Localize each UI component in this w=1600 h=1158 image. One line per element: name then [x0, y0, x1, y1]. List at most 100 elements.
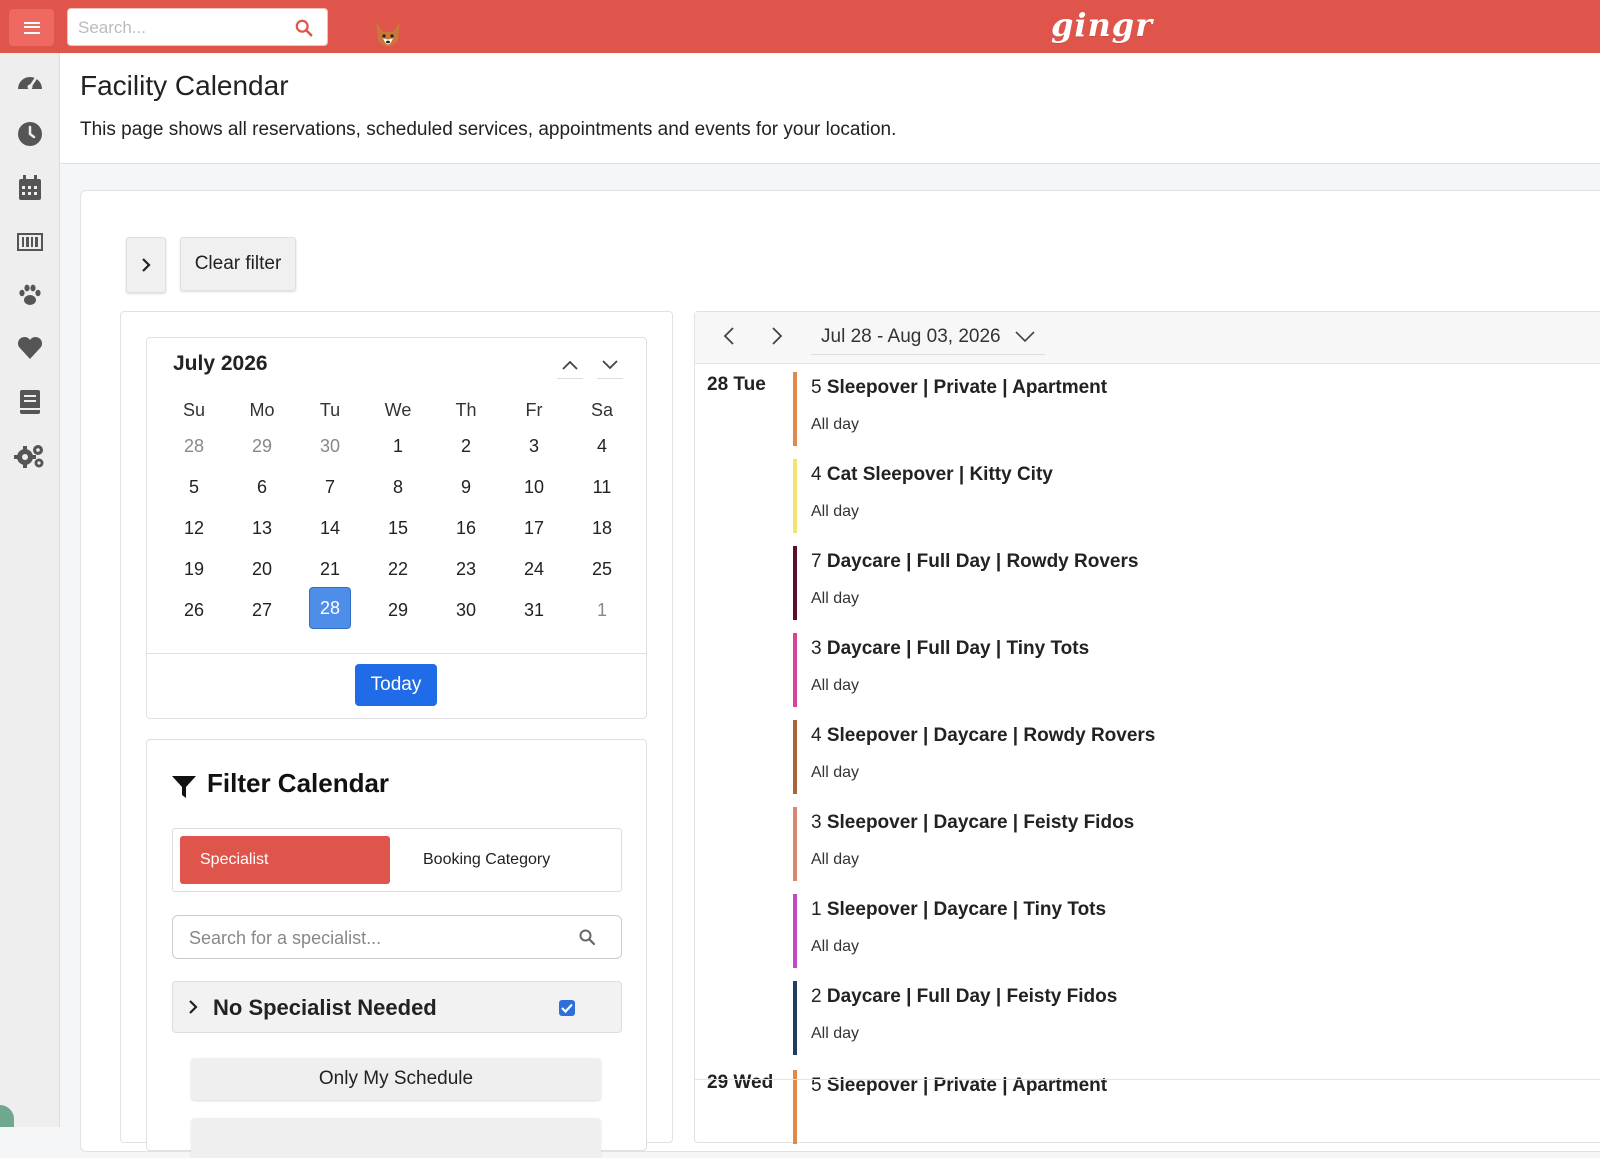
gingr-logo[interactable]: gingr — [1051, 6, 1153, 44]
secondary-filter-button[interactable] — [191, 1118, 601, 1158]
sidebar-item-scanner[interactable] — [16, 228, 44, 256]
agenda-event[interactable]: 4 Cat Sleepover | Kitty City All day — [793, 459, 1593, 533]
sidebar-item-settings[interactable] — [14, 442, 46, 470]
hamburger-menu-button[interactable] — [9, 9, 54, 46]
agenda-event[interactable]: 1 Sleepover | Daycare | Tiny Tots All day — [793, 894, 1593, 968]
calendar-day[interactable]: 12 — [173, 507, 215, 549]
previous-week-button[interactable] — [717, 324, 741, 348]
calendar-day[interactable]: 15 — [377, 507, 419, 549]
weekday-label: We — [384, 400, 412, 420]
agenda-view: Jul 28 - Aug 03, 2026 28 Tue 5 Sleepover … — [694, 311, 1600, 1144]
agenda-event[interactable]: 5 Sleepover | Private | Apartment All day — [793, 372, 1593, 446]
calendar-day[interactable]: 21 — [309, 548, 351, 590]
calendar-day[interactable]: 13 — [241, 507, 283, 549]
paw-icon — [19, 284, 41, 305]
event-color-bar — [793, 1070, 797, 1144]
calendar-day[interactable]: 4 — [581, 425, 623, 467]
event-color-bar — [793, 807, 797, 881]
event-title: 3 Daycare | Full Day | Tiny Tots — [811, 638, 1089, 660]
weekday-label: Mo — [249, 400, 275, 420]
toggle-filter-panel-button[interactable] — [126, 237, 166, 293]
sidebar-item-dashboard[interactable] — [16, 67, 44, 95]
specialist-search-input[interactable] — [187, 916, 571, 960]
calendar-day-selected[interactable]: 28 — [309, 587, 351, 629]
clear-filter-button[interactable]: Clear filter — [180, 237, 296, 291]
event-time: All day — [811, 1025, 860, 1042]
calendar-day[interactable]: 7 — [309, 466, 351, 508]
event-name: Daycare | Full Day | Tiny Tots — [826, 638, 1090, 659]
calendar-day[interactable]: 6 — [241, 466, 283, 508]
calendar-day[interactable]: 23 — [445, 548, 487, 590]
no-specialist-needed-row[interactable]: No Specialist Needed — [172, 981, 622, 1033]
event-color-bar — [793, 372, 797, 446]
sidebar-item-favorites[interactable] — [16, 334, 44, 362]
calendar-day[interactable]: 29 — [377, 589, 419, 631]
agenda-event[interactable]: 5 Sleepover | Private | Apartment — [793, 1070, 1593, 1144]
calendar-day[interactable]: 18 — [581, 507, 623, 549]
calendar-day[interactable]: 20 — [241, 548, 283, 590]
prev-month-button[interactable] — [557, 352, 583, 379]
calendar-day[interactable]: 17 — [513, 507, 555, 549]
weekday-label: Sa — [590, 400, 614, 420]
mini-calendar-month-title: July 2026 — [173, 352, 268, 375]
calendar-day[interactable]: 1 — [377, 425, 419, 467]
event-color-bar — [793, 459, 797, 533]
calendar-day[interactable]: 26 — [173, 589, 215, 631]
calendar-day[interactable]: 9 — [445, 466, 487, 508]
calendar-day[interactable]: 30 — [309, 425, 351, 467]
calendar-day[interactable]: 30 — [445, 589, 487, 631]
mini-calendar: July 2026 Su Mo Tu We Th Fr Sa 28 29 30 1 2 3 4 5 6 7 8 9… — [146, 337, 647, 719]
event-name: Sleepover | Daycare | Rowdy Rovers — [826, 725, 1156, 746]
sidebar-item-reports[interactable] — [16, 388, 44, 416]
calendar-day[interactable]: 31 — [513, 589, 555, 631]
calendar-day[interactable]: 2 — [445, 425, 487, 467]
tab-specialist[interactable]: Specialist — [180, 836, 390, 884]
event-color-bar — [793, 720, 797, 794]
calendar-day[interactable]: 3 — [513, 425, 555, 467]
calendar-day[interactable]: 5 — [173, 466, 215, 508]
heart-icon — [17, 336, 43, 359]
weekday-label: Su — [182, 400, 206, 420]
agenda-event[interactable]: 3 Daycare | Full Day | Tiny Tots All day — [793, 633, 1593, 707]
calendar-day[interactable]: 16 — [445, 507, 487, 549]
only-my-schedule-button[interactable]: Only My Schedule — [191, 1058, 601, 1100]
sidebar-item-calendar[interactable] — [16, 174, 44, 202]
barcode-icon — [17, 233, 43, 251]
calendar-day[interactable]: 19 — [173, 548, 215, 590]
page-title: Facility Calendar — [80, 70, 289, 101]
calendar-day[interactable]: 14 — [309, 507, 351, 549]
calendar-day[interactable]: 24 — [513, 548, 555, 590]
calendar-day[interactable]: 28 — [173, 425, 215, 467]
chevron-down-icon — [1015, 331, 1035, 343]
no-specialist-needed-label: No Specialist Needed — [213, 995, 437, 1020]
calendar-day[interactable]: 29 — [241, 425, 283, 467]
calendar-day[interactable]: 25 — [581, 548, 623, 590]
search-icon[interactable] — [295, 19, 313, 37]
date-range-selector[interactable]: Jul 28 - Aug 03, 2026 — [811, 320, 1045, 355]
tab-booking-category[interactable]: Booking Category — [423, 836, 550, 884]
agenda-event[interactable]: 2 Daycare | Full Day | Feisty Fidos All d… — [793, 981, 1593, 1055]
chevron-right-icon[interactable] — [187, 998, 199, 1016]
global-search-input[interactable] — [76, 9, 285, 47]
next-week-button[interactable] — [765, 324, 789, 348]
dog-mascot-icon — [376, 22, 400, 47]
agenda-event[interactable]: 7 Daycare | Full Day | Rowdy Rovers All d… — [793, 546, 1593, 620]
sidebar-item-pets[interactable] — [16, 281, 44, 309]
calendar-day[interactable]: 22 — [377, 548, 419, 590]
calendar-day[interactable]: 8 — [377, 466, 419, 508]
checkmark-icon — [561, 1003, 573, 1013]
event-name: Sleepover | Daycare | Feisty Fidos — [826, 812, 1135, 833]
event-time: All day — [811, 851, 860, 868]
no-specialist-needed-checkbox[interactable] — [559, 1000, 575, 1016]
agenda-event[interactable]: 3 Sleepover | Daycare | Feisty Fidos All … — [793, 807, 1593, 881]
search-icon — [579, 929, 595, 945]
calendar-day[interactable]: 1 — [581, 589, 623, 631]
calendar-day[interactable]: 27 — [241, 589, 283, 631]
sidebar-item-history[interactable] — [16, 120, 44, 148]
next-month-button[interactable] — [597, 352, 623, 379]
today-button[interactable]: Today — [355, 664, 437, 706]
agenda-event[interactable]: 4 Sleepover | Daycare | Rowdy Rovers All … — [793, 720, 1593, 794]
calendar-day[interactable]: 11 — [581, 466, 623, 508]
calendar-day[interactable]: 10 — [513, 466, 555, 508]
event-count: 2 — [811, 986, 822, 1007]
